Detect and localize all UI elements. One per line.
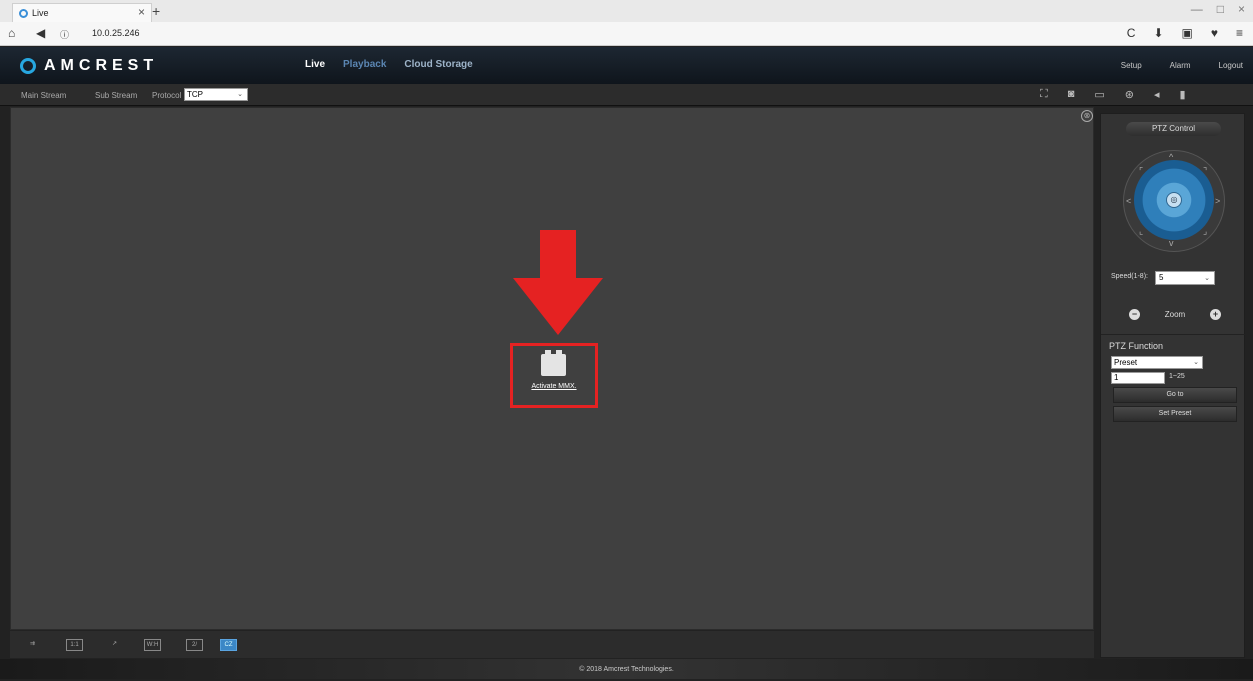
ptz-up-left-icon[interactable]: ⌜ — [1139, 166, 1143, 177]
ptz-panel: PTZ Control ◎ ^ v < > ⌜ ⌝ ⌞ ⌟ Speed(1-8)… — [1100, 113, 1246, 658]
maximize-icon[interactable]: □ — [1217, 2, 1224, 16]
browser-toolbar: C ⬇ ▣ ♥ ≡ — [1127, 26, 1243, 40]
ptz-down-right-icon[interactable]: ⌟ — [1203, 226, 1207, 237]
stream-adjust-icon[interactable]: ⇉ — [24, 639, 41, 651]
snapshot-icon[interactable]: ◙ — [1068, 88, 1075, 101]
amcrest-logo-icon — [20, 58, 36, 74]
stream-icon-group: ⛶ ◙ ▭ ⊛ ◂ ▮ — [1040, 88, 1186, 101]
preset-number-input[interactable]: 1 — [1111, 372, 1165, 384]
zoom-in-button[interactable]: + — [1209, 308, 1221, 320]
ptz-left-icon[interactable]: < — [1126, 196, 1131, 206]
chevron-down-icon: ⌄ — [1193, 359, 1199, 366]
amcrest-logo: AMCREST — [20, 57, 158, 75]
ptz-control-title: PTZ Control — [1126, 122, 1221, 136]
ptz-up-right-icon[interactable]: ⌝ — [1203, 166, 1207, 177]
back-icon[interactable]: ◀ — [36, 26, 45, 40]
new-tab-button[interactable]: + — [152, 3, 160, 19]
fullscreen-icon[interactable]: ⛶ — [1040, 88, 1048, 101]
ptz-function-title: PTZ Function — [1109, 341, 1164, 351]
pocket-icon[interactable]: ♥ — [1211, 26, 1218, 40]
nav-playback[interactable]: Playback — [343, 59, 386, 70]
menu-icon[interactable]: ≡ — [1236, 26, 1243, 40]
red-arrow-shaft — [540, 230, 576, 280]
zoom-controls: − Zoom + — [1129, 307, 1221, 321]
activate-mmx-link[interactable]: Activate MMX. — [510, 383, 598, 390]
download-icon[interactable]: ⬇ — [1153, 26, 1163, 40]
record-icon[interactable]: ⊛ — [1125, 88, 1134, 101]
home-icon[interactable]: ⌂ — [8, 26, 15, 40]
tab-close-icon[interactable]: × — [138, 5, 145, 19]
ptz-function-value: Preset — [1114, 358, 1138, 367]
split-view-icon[interactable]: 2/ — [186, 639, 203, 651]
ptz-function-select[interactable]: Preset ⌄ — [1111, 356, 1203, 369]
chevron-down-icon: ⌄ — [1204, 275, 1210, 282]
speed-select[interactable]: 5 ⌄ — [1155, 271, 1215, 285]
aspect-ratio-icon[interactable]: W:H — [144, 639, 161, 651]
video-bottom-toolbar: ⇉ 1:1 ↗ W:H 2/ CZ — [10, 631, 1094, 658]
tab-title: Live — [32, 8, 49, 18]
red-arrow-head — [513, 278, 603, 335]
audio-icon[interactable]: ◂ — [1154, 88, 1160, 101]
window-close-icon[interactable]: × — [1238, 2, 1245, 16]
ptz-down-icon[interactable]: v — [1169, 238, 1174, 248]
goto-button[interactable]: Go to — [1113, 387, 1237, 403]
reload-icon[interactable]: C — [1127, 26, 1136, 40]
minimize-icon[interactable]: — — [1191, 2, 1203, 16]
plugin-icon[interactable] — [541, 350, 566, 376]
stream-toolbar: Main Stream Sub Stream Protocol TCP ⌄ ⛶ … — [0, 84, 1253, 106]
zoom-out-button[interactable]: − — [1129, 308, 1140, 320]
image-icon[interactable]: ▭ — [1094, 88, 1104, 101]
nav-setup[interactable]: Setup — [1121, 61, 1142, 70]
set-preset-button[interactable]: Set Preset — [1113, 406, 1237, 422]
speed-value: 5 — [1159, 273, 1164, 282]
protocol-label: Protocol — [152, 91, 182, 100]
tab-favicon-icon — [19, 8, 28, 18]
microphone-icon[interactable]: ▮ — [1180, 88, 1186, 101]
main-nav: Live Playback Cloud Storage — [305, 59, 473, 70]
preset-range-label: 1~25 — [1169, 373, 1185, 380]
account-nav: Setup Alarm Logout — [1121, 61, 1243, 70]
close-video-icon[interactable]: ⊗ — [1081, 110, 1093, 122]
ptz-down-left-icon[interactable]: ⌞ — [1139, 226, 1143, 237]
address-bar: ⌂ ◀ ⓘ 10.0.25.246 C ⬇ ▣ ♥ ≡ — [0, 22, 1253, 46]
ptz-divider — [1101, 334, 1246, 335]
nav-alarm[interactable]: Alarm — [1170, 61, 1191, 70]
footer-copyright: © 2018 Amcrest Technologies. — [0, 659, 1253, 679]
reader-icon[interactable]: ▣ — [1182, 26, 1193, 40]
zoom-view-icon[interactable]: CZ — [220, 639, 237, 651]
nav-logout[interactable]: Logout — [1219, 61, 1243, 70]
site-info-icon[interactable]: ⓘ — [60, 28, 69, 41]
logo-text: AMCREST — [44, 57, 159, 74]
original-size-icon[interactable]: 1:1 — [66, 639, 83, 651]
ptz-right-icon[interactable]: > — [1215, 196, 1220, 206]
browser-tab-bar: Live × + — □ × — [0, 0, 1253, 22]
protocol-value: TCP — [187, 90, 203, 99]
protocol-select[interactable]: TCP ⌄ — [184, 88, 248, 101]
sub-stream-option[interactable]: Sub Stream — [95, 91, 137, 100]
nav-cloud-storage[interactable]: Cloud Storage — [404, 59, 472, 70]
main-stream-option[interactable]: Main Stream — [21, 91, 66, 100]
zoom-label: Zoom — [1164, 309, 1186, 319]
ptz-center-icon[interactable]: ◎ — [1166, 192, 1182, 208]
speed-label: Speed(1-8): — [1111, 273, 1148, 280]
expand-icon[interactable]: ↗ — [106, 639, 123, 651]
chevron-down-icon: ⌄ — [237, 91, 243, 98]
window-controls: — □ × — [1191, 2, 1245, 16]
url-field[interactable]: 10.0.25.246 — [76, 25, 1116, 42]
browser-tab[interactable]: Live × — [12, 3, 152, 22]
ptz-up-icon[interactable]: ^ — [1169, 152, 1173, 162]
nav-live[interactable]: Live — [305, 59, 325, 70]
app-header: AMCREST Live Playback Cloud Storage Setu… — [0, 47, 1253, 84]
